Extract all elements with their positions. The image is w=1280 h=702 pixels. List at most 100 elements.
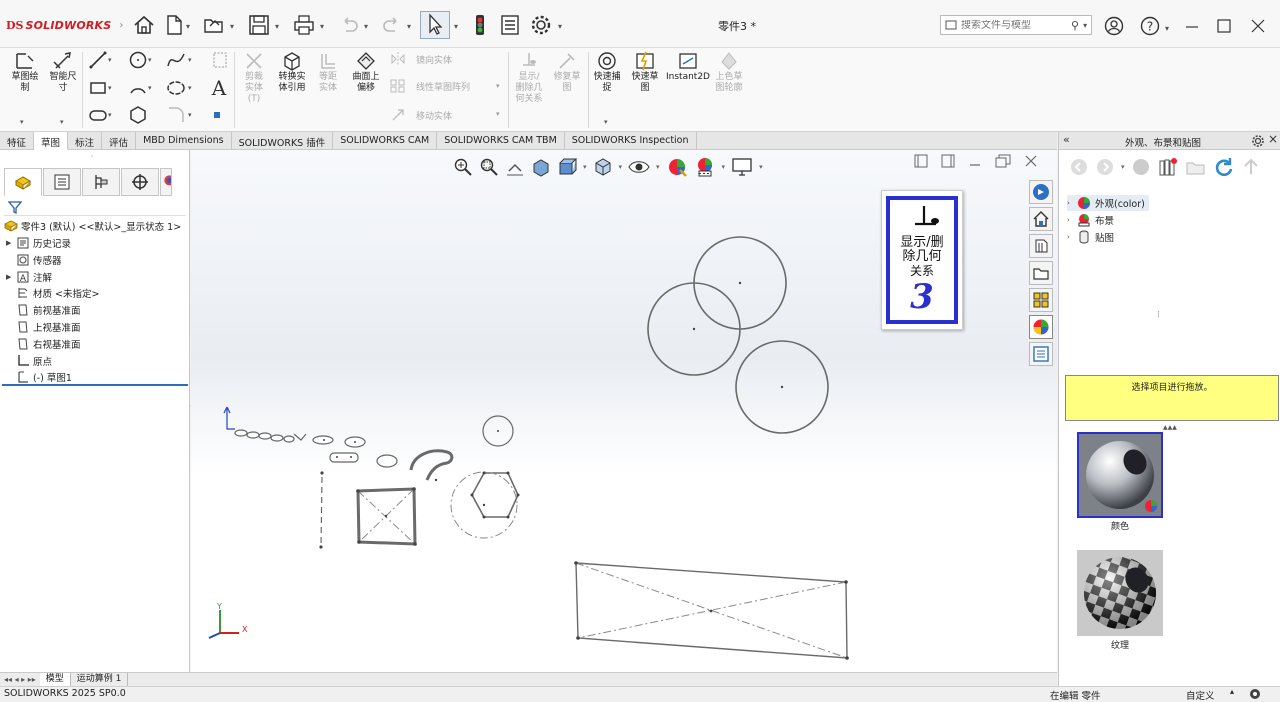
tree-item[interactable]: 右视基准面 — [6, 336, 81, 352]
tab-sketch[interactable]: 草图 — [34, 132, 69, 150]
tab-features[interactable]: 特征 — [0, 132, 35, 150]
tree-root-part[interactable]: 零件3 (默认) <<默认>_显示状态 1> — [4, 218, 181, 234]
chevron-down-icon[interactable]: ▾ — [148, 56, 152, 64]
redo-icon[interactable] — [380, 13, 404, 37]
offset-entities-button[interactable]: 等距实体 — [312, 50, 344, 94]
open-folder-icon[interactable] — [202, 13, 226, 37]
rectangle-icon[interactable] — [88, 78, 108, 98]
tab-feature-tree[interactable] — [4, 168, 42, 196]
arc-icon[interactable] — [128, 78, 148, 98]
search-icon[interactable]: ⚲ — [1071, 19, 1079, 32]
rebuild-traffic-light-icon[interactable] — [468, 13, 492, 37]
tab-mbd-dimensions[interactable]: MBD Dimensions — [136, 132, 232, 150]
tab-display-manager[interactable] — [160, 168, 172, 196]
new-document-icon[interactable] — [162, 13, 186, 37]
tab-appearances-scenes[interactable] — [1029, 288, 1053, 312]
tab-view-palette[interactable] — [1029, 261, 1053, 285]
appearance-tree-item[interactable]: › 贴图 — [1067, 229, 1114, 245]
shaded-sketch-contours-button[interactable]: 上色草图轮廓 — [712, 50, 746, 94]
tab-configuration-manager[interactable] — [82, 168, 120, 196]
trim-entities-button[interactable]: 剪裁实体(T) — [238, 50, 270, 105]
maximize-icon[interactable] — [1212, 14, 1236, 38]
tab-motion-study-1[interactable]: 运动算例 1 — [71, 673, 129, 686]
panel-collapse-handle[interactable]: ◦ — [90, 153, 94, 161]
tab-markup[interactable]: 标注 — [68, 132, 103, 150]
tab-solidworks-cam-tbm[interactable]: SOLIDWORKS CAM TBM — [437, 132, 565, 150]
chevron-down-icon[interactable]: ▾ — [60, 118, 64, 126]
chevron-down-icon[interactable]: ▾ — [188, 84, 192, 92]
sketch-hexagon[interactable] — [471, 472, 519, 518]
convert-entities-button[interactable]: 转换实体引用 — [274, 50, 310, 94]
expand-arrow-icon[interactable]: › — [1067, 233, 1077, 241]
chevron-down-icon[interactable]: ▾ — [407, 22, 411, 31]
up-arrow-icon[interactable] — [1241, 157, 1261, 177]
tab-file-explorer[interactable] — [1029, 234, 1053, 258]
chevron-down-icon[interactable]: ▾ — [454, 22, 458, 31]
chevron-down-icon[interactable]: ▾ — [108, 84, 112, 92]
tab-scroll-arrows-icon[interactable]: ◂◂ ◂ ▸ ▸▸ — [0, 675, 40, 684]
tab-design-library[interactable] — [1029, 207, 1053, 231]
chevron-down-icon[interactable]: ▾ — [496, 82, 500, 90]
point-icon[interactable] — [210, 108, 224, 122]
home-icon[interactable] — [132, 13, 156, 37]
chevron-down-icon[interactable]: ▾ — [1121, 163, 1125, 171]
polygon-icon[interactable] — [128, 105, 148, 125]
chevron-down-icon[interactable]: ▾ — [230, 22, 234, 31]
search-input[interactable] — [961, 19, 1065, 31]
tree-item[interactable]: 传感器 — [6, 252, 62, 268]
solidworks-logo[interactable]: DS SOLIDWORKS › — [6, 16, 123, 34]
graphics-area[interactable]: ▾ ▾ ▾ ▾ ▾ Y X 显示/删 除几何 关系 3 — [191, 150, 1057, 672]
chevron-down-icon[interactable]: ▾ — [496, 110, 500, 118]
help-icon[interactable]: ? — [1138, 14, 1162, 38]
fillet-icon[interactable] — [166, 105, 186, 125]
chevron-down-icon[interactable]: ▾ — [364, 22, 368, 31]
account-icon[interactable] — [1102, 14, 1126, 38]
minimize-icon[interactable] — [1180, 14, 1204, 38]
tab-property-manager[interactable] — [43, 168, 81, 196]
linear-pattern-button[interactable]: 线性草图阵列 — [390, 78, 470, 94]
chevron-down-icon[interactable]: ▾ — [148, 84, 152, 92]
swatch-texture[interactable] — [1077, 550, 1163, 636]
collapse-pane-icon[interactable]: « — [1063, 133, 1070, 146]
pin-settings-icon[interactable] — [1252, 135, 1264, 147]
status-indicator-icon[interactable] — [1248, 688, 1262, 700]
chevron-down-icon[interactable]: ▾ — [275, 22, 279, 31]
tab-solidworks-cam[interactable]: SOLIDWORKS CAM — [333, 132, 438, 150]
print-icon[interactable] — [292, 13, 316, 37]
chevron-down-icon[interactable]: ▾ — [20, 118, 24, 126]
expand-arrow-icon[interactable]: › — [1067, 216, 1077, 224]
appearance-tree-item[interactable]: › 外观(color) — [1067, 195, 1149, 211]
display-delete-relations-button[interactable]: 显示/删除几何关系 — [512, 50, 546, 105]
tab-dimxpert-manager[interactable] — [121, 168, 159, 196]
sketch-text-icon[interactable]: A — [208, 76, 230, 100]
chevron-down-icon[interactable]: ▾ — [188, 56, 192, 64]
tab-solidworks-addins[interactable]: SOLIDWORKS 插件 — [232, 132, 334, 150]
offset-on-surface-button[interactable]: 曲面上偏移 — [348, 50, 384, 94]
tree-item[interactable]: 原点 — [6, 353, 52, 369]
chevron-down-icon[interactable]: ▾ — [108, 56, 112, 64]
repair-sketch-button[interactable]: 修复草图 — [550, 50, 584, 94]
sketch-centerline[interactable] — [320, 476, 323, 548]
refresh-icon[interactable] — [1213, 156, 1235, 178]
ellipse-icon[interactable] — [166, 78, 186, 98]
chevron-down-icon[interactable]: ▾ — [558, 22, 562, 31]
slot-icon[interactable] — [88, 105, 108, 125]
rollback-bar[interactable] — [2, 384, 188, 386]
tab-solidworks-inspection[interactable]: SOLIDWORKS Inspection — [565, 132, 697, 150]
add-folder-icon[interactable] — [1185, 156, 1207, 178]
tree-item[interactable]: 前视基准面 — [6, 302, 81, 318]
sketch-arc-slot[interactable] — [409, 449, 454, 481]
file-properties-icon[interactable] — [498, 13, 522, 37]
tab-appearances-active[interactable] — [1029, 315, 1053, 339]
appearance-tree-item[interactable]: › 布景 — [1067, 212, 1114, 228]
construction-line[interactable] — [357, 490, 416, 545]
add-to-favorites-icon[interactable] — [1131, 157, 1151, 177]
library-books-icon[interactable] — [1157, 156, 1179, 178]
gear-icon[interactable] — [529, 13, 553, 37]
close-icon[interactable] — [1246, 14, 1270, 38]
chevron-down-icon[interactable]: ▾ — [186, 22, 190, 31]
trim-grid-icon[interactable] — [210, 50, 230, 70]
tree-item[interactable]: 材质 <未指定> — [6, 285, 99, 301]
tab-evaluate[interactable]: 评估 — [102, 132, 137, 150]
expand-arrow-icon[interactable]: ▶ — [6, 273, 16, 281]
